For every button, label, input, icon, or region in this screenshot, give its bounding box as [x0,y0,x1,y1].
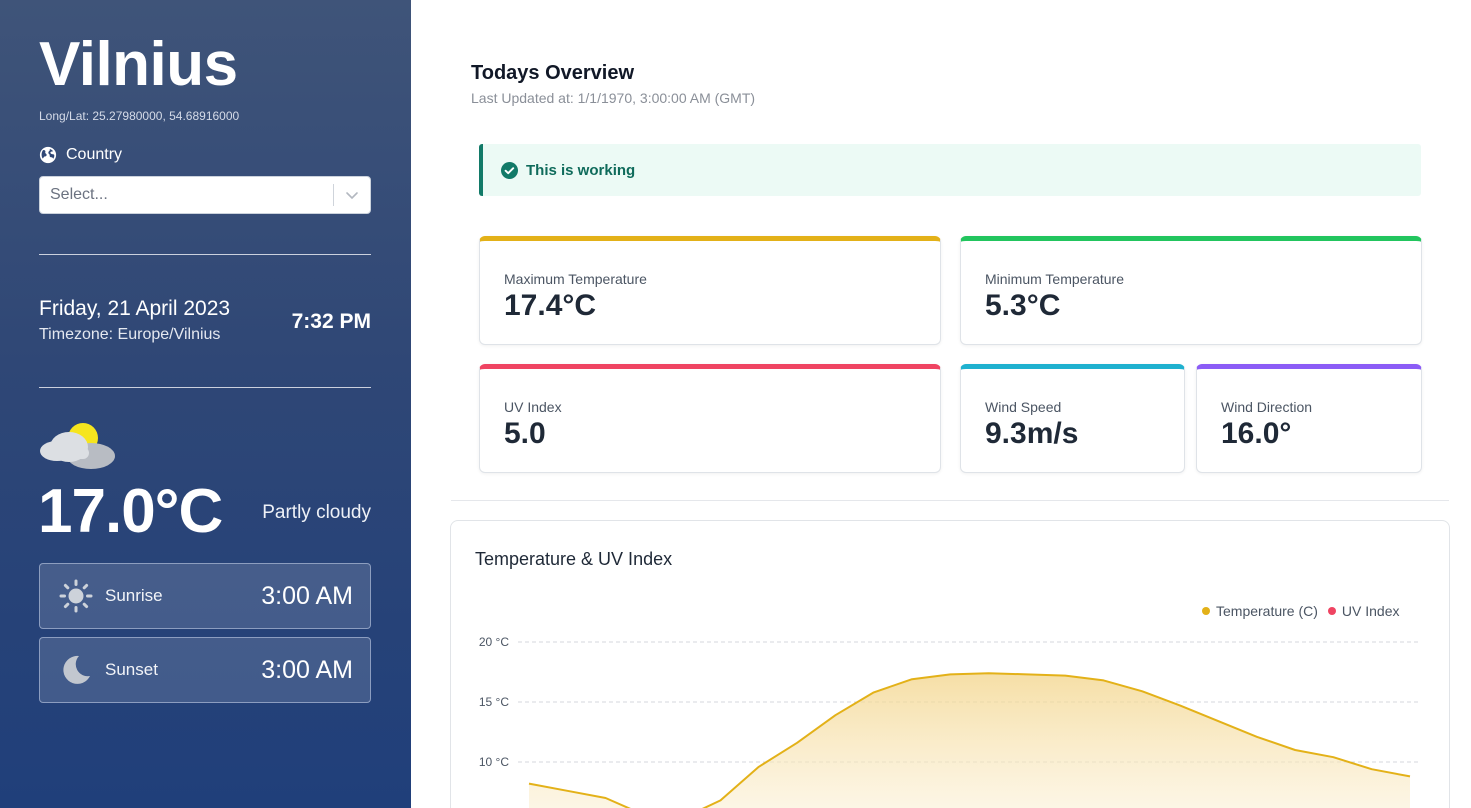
divider-top [39,254,371,255]
max-temp-value: 17.4°C [504,289,597,322]
country-label: Country [39,146,122,164]
weather-condition: Partly cloudy [262,502,371,523]
min-temp-card: Minimum Temperature 5.3°C [960,236,1422,345]
y-tick-label: 20 °C [479,635,509,649]
country-select-placeholder: Select... [50,186,108,203]
moon-icon [58,652,94,688]
check-circle-icon [501,161,518,179]
current-temperature: 17.0°C [38,477,223,546]
divider-bottom [39,387,371,388]
uv-index-value: 5.0 [504,417,546,450]
max-temp-card: Maximum Temperature 17.4°C [479,236,941,345]
last-updated: Last Updated at: 1/1/1970, 3:00:00 AM (G… [471,90,756,106]
wind-speed-card: Wind Speed 9.3m/s [960,364,1185,473]
coordinates: Long/Lat: 25.27980000, 54.68916000 [39,109,240,123]
sun-icon [58,578,94,614]
wind-speed-label: Wind Speed [985,399,1062,415]
y-tick-label: 10 °C [479,755,509,769]
alert-text: This is working [526,161,636,179]
wind-direction-value: 16.0° [1221,417,1292,450]
min-temp-label: Minimum Temperature [985,271,1125,287]
sunset-label: Sunset [105,660,158,679]
sunrise-label: Sunrise [105,586,163,605]
current-date: Friday, 21 April 2023 [39,297,231,320]
wind-direction-card: Wind Direction 16.0° [1196,364,1422,473]
temperature-area [529,673,1410,808]
sunset-time: 3:00 AM [261,655,353,684]
section-divider [451,500,1449,501]
uv-index-card: UV Index 5.0 [479,364,941,473]
chevron-down-icon[interactable] [334,177,370,213]
sunrise-card: Sunrise 3:00 AM [39,563,371,629]
wind-direction-label: Wind Direction [1221,399,1313,415]
sunset-card: Sunset 3:00 AM [39,637,371,703]
city-name: Vilnius [39,30,238,99]
country-select[interactable]: Select... [39,176,371,214]
status-alert: This is working [479,144,1421,196]
country-label-text: Country [66,146,123,163]
page-title: Todays Overview [471,62,635,84]
max-temp-label: Maximum Temperature [504,271,647,287]
globe-icon [39,146,57,164]
timezone: Timezone: Europe/Vilnius [39,326,221,343]
min-temp-value: 5.3°C [985,289,1061,322]
sidebar: Vilnius Long/Lat: 25.27980000, 54.689160… [0,0,411,808]
chart-title: Temperature & UV Index [475,549,673,569]
partly-cloudy-icon [40,423,115,469]
wind-speed-value: 9.3m/s [985,417,1079,450]
sunrise-time: 3:00 AM [261,581,353,610]
y-tick-label: 15 °C [479,695,509,709]
current-time: 7:32 PM [291,310,371,333]
temperature-uv-chart: 20 °C 15 °C 10 °C [479,635,1418,808]
uv-index-label: UV Index [504,399,562,415]
